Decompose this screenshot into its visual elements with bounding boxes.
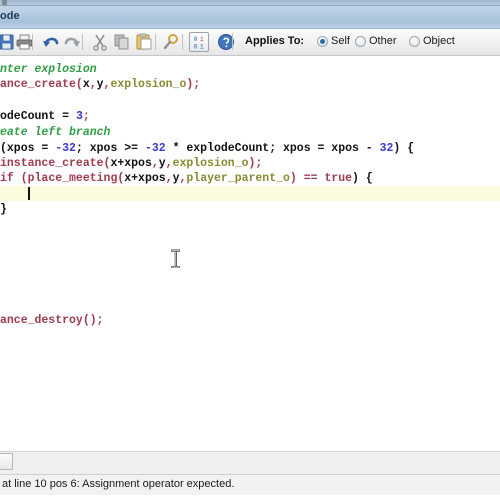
- radio-self[interactable]: [317, 36, 328, 47]
- code-token: 32: [379, 142, 394, 155]
- code-line: ance_destroy();: [0, 313, 104, 328]
- statusbar-message: at line 10 pos 6: Assignment operator ex…: [2, 478, 235, 490]
- code-token: =: [62, 110, 76, 123]
- code-editor-window: ode 0 1 0 1 Applies To: Self Other Objec…: [0, 0, 500, 500]
- window-title: ode: [0, 10, 20, 22]
- svg-text:1: 1: [200, 36, 204, 43]
- find-icon[interactable]: [161, 32, 181, 52]
- cut-icon[interactable]: [90, 32, 110, 52]
- code-line: ance_create(x,y,explosion_o);: [0, 77, 200, 92]
- code-token: (: [75, 78, 83, 91]
- toolbar-separator-2: [82, 34, 83, 50]
- code-token: );: [186, 78, 201, 91]
- code-token: explosion_o: [110, 78, 187, 91]
- paste-icon[interactable]: [134, 32, 154, 52]
- code-token: ance_destroy: [0, 314, 83, 327]
- code-text-area[interactable]: nter explosion ance_create(x,y,explosion_…: [0, 56, 500, 451]
- code-token: x: [82, 78, 90, 91]
- code-token: ,: [151, 157, 159, 170]
- code-token: explosion_o: [172, 157, 249, 170]
- applies-to-label: Applies To:: [245, 35, 305, 47]
- print-icon[interactable]: [14, 32, 34, 52]
- help-icon[interactable]: [216, 32, 236, 52]
- radio-object[interactable]: [409, 36, 420, 47]
- code-token: x+xpos: [110, 157, 152, 170]
- undo-icon[interactable]: [41, 32, 61, 52]
- code-line: nter explosion: [0, 62, 97, 77]
- code-token: place_meeting: [27, 172, 118, 185]
- horizontal-scrollbar-thumb[interactable]: [0, 453, 13, 470]
- code-token: x+xpos: [124, 172, 166, 185]
- code-token: true: [324, 172, 353, 185]
- code-token: );: [248, 157, 263, 170]
- redo-icon[interactable]: [62, 32, 82, 52]
- window-titlebar[interactable]: ode: [0, 6, 500, 29]
- code-token: }: [0, 203, 7, 216]
- code-token: (: [20, 172, 28, 185]
- code-token: instance_create: [0, 157, 104, 170]
- code-token: ) {: [393, 142, 415, 155]
- svg-text:0: 0: [194, 43, 198, 50]
- code-token: ,: [165, 172, 173, 185]
- window-edge-nub: [2, 0, 7, 5]
- code-line: (xpos = -32; xpos >= -32 * explodeCount;…: [0, 141, 414, 156]
- code-token: 3: [75, 110, 83, 123]
- code-line: eate left branch: [0, 125, 110, 140]
- code-token: ,: [89, 78, 97, 91]
- window-bottom-edge: [0, 495, 500, 500]
- svg-text:1: 1: [200, 43, 204, 50]
- code-token: eate left branch: [0, 126, 111, 139]
- toolbar-separator-3: [155, 34, 156, 50]
- code-token: ance_create: [0, 78, 76, 91]
- toolbar-separator-1: [32, 34, 33, 50]
- current-line-highlight: [0, 186, 500, 201]
- code-token: ) {: [352, 172, 373, 185]
- code-token: nter explosion: [0, 63, 97, 76]
- code-token: ; xpos >=: [75, 142, 145, 155]
- text-caret: [28, 187, 30, 200]
- code-token: y: [96, 78, 104, 91]
- code-line: odeCount = 3;: [0, 109, 90, 124]
- copy-icon[interactable]: [112, 32, 132, 52]
- code-token: -32: [144, 142, 166, 155]
- code-token: ();: [82, 314, 104, 327]
- radio-object-label[interactable]: Object: [423, 35, 455, 47]
- code-token: odeCount: [0, 110, 63, 123]
- code-line: instance_create(x+xpos,y,explosion_o);: [0, 156, 262, 171]
- toolbar-separator-4: [182, 34, 183, 50]
- mouse-ibeam-cursor: [170, 249, 181, 269]
- statusbar: at line 10 pos 6: Assignment operator ex…: [0, 474, 500, 496]
- code-token: (xpos =: [0, 142, 56, 155]
- code-line: }: [0, 202, 7, 217]
- svg-text:0: 0: [194, 36, 198, 43]
- editor-bottom-strip: [0, 451, 500, 474]
- radio-self-label[interactable]: Self: [331, 35, 350, 47]
- toolbar-separator-5: [232, 33, 233, 50]
- code-token: player_parent_o: [186, 172, 290, 185]
- variables-icon[interactable]: 0 1 0 1: [189, 32, 209, 52]
- code-token: ,: [165, 157, 173, 170]
- code-token: -32: [55, 142, 76, 155]
- code-token: ) ==: [289, 172, 325, 185]
- code-token: y: [158, 157, 166, 170]
- code-token: * explodeCount; xpos = xpos -: [165, 142, 380, 155]
- radio-other[interactable]: [355, 36, 366, 47]
- radio-other-label[interactable]: Other: [369, 35, 397, 47]
- code-token: if: [0, 172, 21, 185]
- code-token: ;: [82, 110, 90, 123]
- code-line: if (place_meeting(x+xpos,y,player_parent…: [0, 171, 373, 186]
